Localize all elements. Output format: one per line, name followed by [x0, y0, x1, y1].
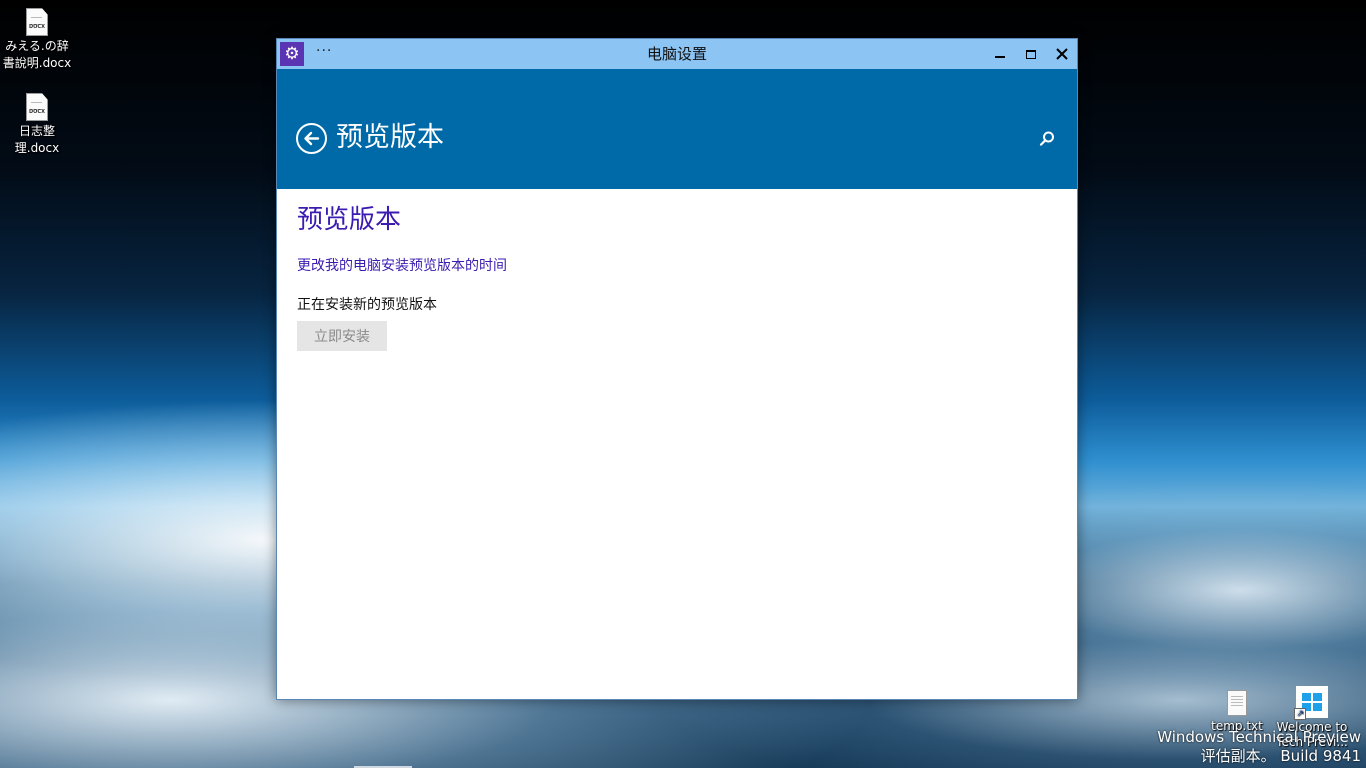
window-title: 电脑设置 — [646, 45, 707, 63]
watermark-line-1: Windows Technical Preview — [1157, 728, 1361, 746]
build-watermark: Windows Technical Preview 评估副本。 Build 98… — [1157, 728, 1361, 766]
shortcut-arrow-icon: ↗ — [1294, 708, 1306, 720]
settings-header: 预览版本 — [277, 69, 1077, 189]
back-button[interactable] — [296, 123, 327, 154]
text-file-icon — [1227, 690, 1247, 716]
page-title: 预览版本 — [297, 205, 402, 235]
pc-settings-window: ⚙ ··· 电脑设置 预览版本 预览版本 更改我的电脑安装预览版本的时间 正在安… — [276, 38, 1078, 700]
app-commands-menu[interactable]: ··· — [316, 43, 332, 59]
gear-icon[interactable]: ⚙ — [280, 42, 304, 66]
change-preview-timing-link[interactable]: 更改我的电脑安装预览版本的时间 — [297, 256, 507, 276]
minimize-button[interactable] — [984, 39, 1015, 69]
desktop-icon-label: 日志整理.docx — [14, 124, 60, 155]
title-bar[interactable]: ⚙ ··· 电脑设置 — [277, 39, 1077, 69]
header-title: 预览版本 — [336, 122, 444, 153]
close-button[interactable] — [1046, 39, 1077, 69]
docx-file-icon: DOCX — [26, 8, 48, 36]
desktop-icon-docx-2[interactable]: DOCX 日志整理.docx — [0, 93, 74, 157]
close-icon — [1055, 48, 1068, 60]
docx-file-icon: DOCX — [26, 93, 48, 121]
search-icon — [1039, 131, 1054, 146]
desktop-icon-label: みえる.の辞書說明.docx — [2, 39, 72, 70]
minimize-icon — [994, 56, 1005, 58]
search-button[interactable] — [1037, 129, 1057, 149]
windows-logo-icon: ↗ — [1294, 686, 1328, 720]
back-arrow-icon — [304, 131, 320, 146]
settings-content: 预览版本 更改我的电脑安装预览版本的时间 正在安装新的预览版本 立即安装 — [277, 189, 1077, 365]
install-now-button[interactable]: 立即安装 — [297, 321, 387, 351]
watermark-line-2: 评估副本。 Build 9841 — [1200, 747, 1361, 765]
desktop-icon-docx-1[interactable]: DOCX みえる.の辞書說明.docx — [0, 8, 74, 72]
maximize-icon — [1025, 49, 1036, 59]
install-status-text: 正在安装新的预览版本 — [297, 297, 437, 313]
maximize-button[interactable] — [1015, 39, 1046, 69]
